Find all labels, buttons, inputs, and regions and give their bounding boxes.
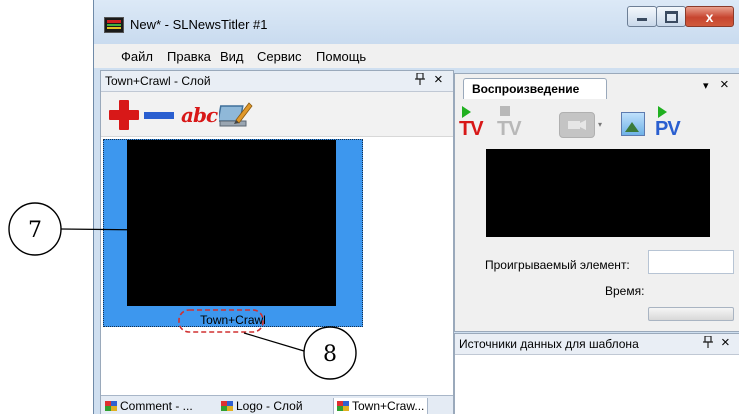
close-icon: x	[705, 8, 714, 25]
data-sources-header: Источники данных для шаблона ×	[455, 334, 739, 355]
add-icon[interactable]	[106, 96, 142, 134]
tab-label: Logo - Слой	[236, 399, 303, 413]
camera-dropdown-icon[interactable]: ▾	[598, 120, 602, 129]
add-text-icon[interactable]: abc	[181, 103, 218, 127]
menu-edit[interactable]: Правка	[167, 49, 211, 64]
image-icon[interactable]	[621, 112, 645, 136]
maximize-icon	[664, 10, 678, 23]
layer-preview	[127, 140, 336, 306]
layer-panel: Town+Crawl - Слой × abc Town+Crawl Comme…	[100, 70, 454, 414]
callout-7-number: 7	[28, 218, 42, 243]
maximize-button[interactable]	[656, 6, 686, 27]
pin-icon[interactable]	[415, 72, 425, 88]
play-icon	[658, 106, 667, 118]
close-window-button[interactable]: x	[685, 6, 734, 27]
close-panel-icon[interactable]: ×	[720, 76, 729, 93]
data-sources-panel: Источники данных для шаблона ×	[454, 333, 739, 414]
tab-town-crawl[interactable]: Town+Craw...	[333, 398, 429, 414]
close-panel-icon[interactable]: ×	[721, 334, 730, 351]
tv-disabled-label: TV	[497, 118, 522, 140]
playback-tab-label: Воспроизведение	[472, 82, 580, 96]
remove-icon[interactable]	[144, 112, 174, 119]
playback-panel: Воспроизведение ▾ × TV TV ▾ PV Проигрыва…	[454, 73, 739, 332]
stop-icon	[500, 106, 510, 116]
playback-preview	[486, 149, 710, 237]
preview-pv-button[interactable]: PV	[655, 104, 685, 142]
tab-comment[interactable]: Comment - ...	[105, 398, 193, 414]
menu-bar: Файл Правка Вид Сервис Помощь	[94, 44, 739, 68]
stop-tv-button[interactable]: TV	[497, 104, 527, 142]
layer-label: Town+Crawl	[200, 313, 266, 327]
edit-laptop-icon[interactable]	[217, 99, 253, 131]
close-panel-icon[interactable]: ×	[434, 71, 443, 88]
layer-icon	[105, 401, 117, 411]
pv-label: PV	[655, 118, 681, 140]
layer-panel-header: Town+Crawl - Слой ×	[101, 71, 453, 92]
time-progress-bar[interactable]	[648, 307, 734, 321]
app-window: New* - SLNewsTitler #1 x Файл Правка Вид…	[93, 0, 739, 414]
playing-element-field[interactable]	[648, 250, 734, 274]
menu-help[interactable]: Помощь	[316, 49, 366, 64]
playback-toolbar: TV TV ▾ PV	[455, 100, 739, 144]
layer-icon	[337, 401, 349, 411]
title-bar[interactable]: New* - SLNewsTitler #1 x	[94, 0, 739, 44]
tab-label: Town+Craw...	[352, 399, 425, 413]
menu-view[interactable]: Вид	[220, 49, 244, 64]
layer-panel-title: Town+Crawl - Слой	[105, 74, 211, 88]
playing-element-label: Проигрываемый элемент:	[485, 258, 630, 272]
camera-icon[interactable]	[559, 112, 595, 138]
play-icon	[462, 106, 471, 118]
window-title: New* - SLNewsTitler #1	[130, 17, 268, 32]
menu-service[interactable]: Сервис	[257, 49, 302, 64]
minimize-icon	[637, 18, 647, 21]
tab-logo[interactable]: Logo - Слой	[221, 398, 303, 414]
tab-playback[interactable]: Воспроизведение	[463, 78, 607, 99]
app-icon	[104, 17, 124, 33]
minimize-button[interactable]	[627, 6, 657, 27]
layer-toolbar: abc	[101, 92, 453, 137]
panel-menu-icon[interactable]: ▾	[703, 79, 709, 92]
layer-list: Town+Crawl	[101, 137, 453, 365]
pin-icon[interactable]	[703, 335, 713, 351]
data-sources-title: Источники данных для шаблона	[459, 337, 639, 351]
document-tabs: Comment - ... Logo - Слой Town+Craw...	[101, 395, 453, 414]
play-tv-button[interactable]: TV	[459, 104, 489, 142]
menu-file[interactable]: Файл	[121, 49, 153, 64]
time-label: Время:	[605, 284, 645, 298]
tab-label: Comment - ...	[120, 399, 193, 413]
layer-icon	[221, 401, 233, 411]
tv-label: TV	[459, 118, 484, 140]
layer-item[interactable]: Town+Crawl	[103, 139, 363, 327]
